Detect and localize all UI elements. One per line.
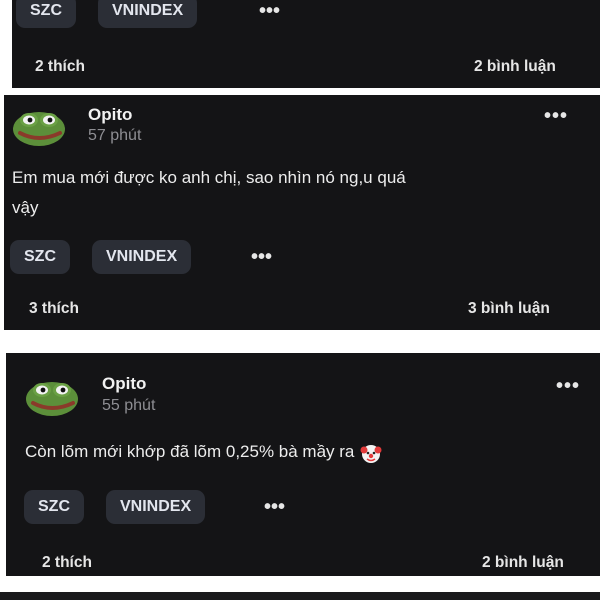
tag-chip-szc[interactable]: SZC — [10, 240, 70, 274]
clown-face-icon — [360, 444, 382, 463]
pepe-frog-avatar-icon[interactable] — [10, 105, 68, 147]
post-card: Opito 57 phút ••• Em mua mới được ko anh… — [4, 95, 600, 330]
post-content-line: Em mua mới được ko anh chị, sao nhìn nó … — [12, 168, 406, 187]
post-content: Em mua mới được ko anh chị, sao nhìn nó … — [12, 163, 406, 223]
tag-chip-szc[interactable]: SZC — [16, 0, 76, 28]
post-content: Còn lõm mới khớp đã lõm 0,25% bà mầy ra — [25, 437, 382, 467]
more-tags-button[interactable]: ••• — [259, 0, 280, 23]
like-count[interactable]: 2 thích — [35, 58, 85, 76]
like-count[interactable]: 2 thích — [42, 554, 92, 572]
post-content-line: vậy — [12, 198, 39, 217]
post-time: 57 phút — [88, 127, 142, 144]
author-name[interactable]: Opito — [88, 105, 132, 125]
post-menu-button[interactable]: ••• — [556, 375, 580, 398]
comment-count[interactable]: 3 bình luận — [468, 300, 550, 318]
tag-chip-vnindex[interactable]: VNINDEX — [98, 0, 198, 28]
more-tags-button[interactable]: ••• — [264, 496, 285, 519]
post-content-text: Còn lõm mới khớp đã lõm 0,25% bà mầy ra — [25, 442, 355, 461]
tag-chip-vnindex[interactable]: VNINDEX — [92, 240, 192, 274]
more-tags-button[interactable]: ••• — [251, 246, 272, 269]
post-time: 55 phút — [102, 397, 156, 414]
post-card: Opito 55 phút ••• Còn lõm mới khớp đã lõ… — [6, 353, 600, 576]
pepe-frog-avatar-icon[interactable] — [23, 375, 81, 417]
post-card: SZC VNINDEX ••• 2 thích 2 bình luận — [12, 0, 600, 88]
comment-count[interactable]: 2 bình luận — [482, 554, 564, 572]
tag-chip-szc[interactable]: SZC — [24, 490, 84, 524]
comment-count[interactable]: 2 bình luận — [474, 58, 556, 76]
tag-chip-vnindex[interactable]: VNINDEX — [106, 490, 206, 524]
like-count[interactable]: 3 thích — [29, 300, 79, 318]
post-card — [0, 592, 600, 600]
post-menu-button[interactable]: ••• — [544, 105, 568, 128]
author-name[interactable]: Opito — [102, 374, 146, 394]
